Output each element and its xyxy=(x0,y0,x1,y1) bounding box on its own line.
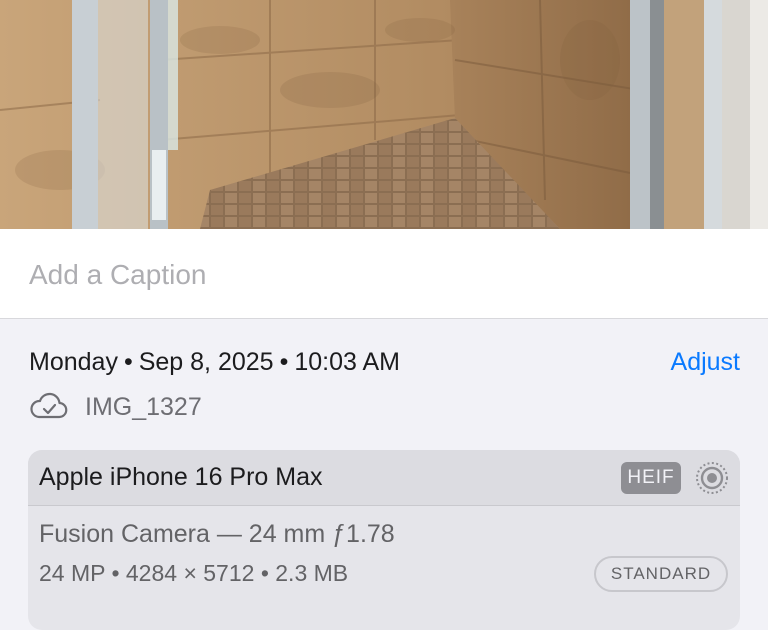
capture-mode-badge: STANDARD xyxy=(594,556,728,592)
photo-info-panel: Monday • Sep 8, 2025 • 10:03 AM Adjust IMG_1… xyxy=(0,320,768,630)
format-badge: HEIF xyxy=(621,462,681,494)
caption-input[interactable] xyxy=(29,255,729,295)
file-row: IMG_1327 xyxy=(29,390,202,424)
separator: • xyxy=(123,348,133,376)
photo-preview[interactable] xyxy=(0,0,768,229)
cloud-check-icon xyxy=(29,392,69,422)
file-name: IMG_1327 xyxy=(85,392,202,421)
device-name: Apple iPhone 16 Pro Max xyxy=(39,463,323,491)
capture-date-line: Monday • Sep 8, 2025 • 10:03 AM xyxy=(29,348,400,377)
camera-card-header: Apple iPhone 16 Pro Max HEIF xyxy=(28,450,740,506)
camera-info-card: Apple iPhone 16 Pro Max HEIF Fusion Came… xyxy=(28,450,740,630)
capture-day: Monday xyxy=(29,348,118,376)
caption-bar xyxy=(0,229,768,319)
capture-time: 10:03 AM xyxy=(294,348,400,376)
live-photo-icon[interactable] xyxy=(694,460,730,501)
adjust-button[interactable]: Adjust xyxy=(671,348,740,377)
lens-info: Fusion Camera — 24 mm ƒ1.78 xyxy=(39,520,395,548)
capture-date: Sep 8, 2025 xyxy=(138,348,274,376)
image-specs: 24 MP • 4284 × 5712 • 2.3 MB xyxy=(39,560,349,586)
shower-photo-image xyxy=(0,0,768,229)
separator: • xyxy=(279,348,289,376)
